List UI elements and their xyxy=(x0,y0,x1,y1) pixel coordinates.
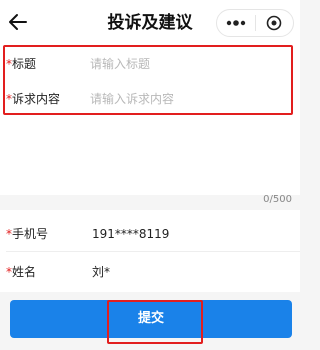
contact-info: *手机号 191****8119 *姓名 刘* xyxy=(0,210,300,292)
content-label-text: 诉求内容 xyxy=(12,92,61,106)
mini-program-capsule xyxy=(216,9,294,37)
content-label: *诉求内容 xyxy=(6,91,60,107)
content-row: *诉求内容 xyxy=(0,83,300,115)
name-label-text: 姓名 xyxy=(12,265,37,279)
name-value: 刘* xyxy=(92,265,111,279)
nav-header: 投诉及建议 xyxy=(0,0,300,46)
row-divider xyxy=(6,251,300,252)
phone-label: *手机号 xyxy=(6,226,48,242)
name-row: *姓名 刘* xyxy=(0,256,300,288)
phone-label-text: 手机号 xyxy=(12,227,49,241)
char-counter: 0/500 xyxy=(263,194,292,205)
more-dots-icon[interactable] xyxy=(217,10,255,36)
target-circle-icon[interactable] xyxy=(255,10,293,36)
title-input[interactable] xyxy=(90,54,285,74)
name-label: *姓名 xyxy=(6,264,36,280)
title-row: *标题 xyxy=(0,48,300,80)
title-label-text: 标题 xyxy=(12,57,37,71)
complaint-page: 投诉及建议 *标题 *诉求内容 xyxy=(0,0,300,350)
phone-row: *手机号 191****8119 xyxy=(0,218,300,250)
content-input[interactable] xyxy=(90,89,285,109)
phone-value: 191****8119 xyxy=(92,227,170,241)
complaint-form: *标题 *诉求内容 xyxy=(0,46,300,195)
title-label: *标题 xyxy=(6,56,36,72)
submit-button[interactable]: 提交 xyxy=(10,300,292,338)
